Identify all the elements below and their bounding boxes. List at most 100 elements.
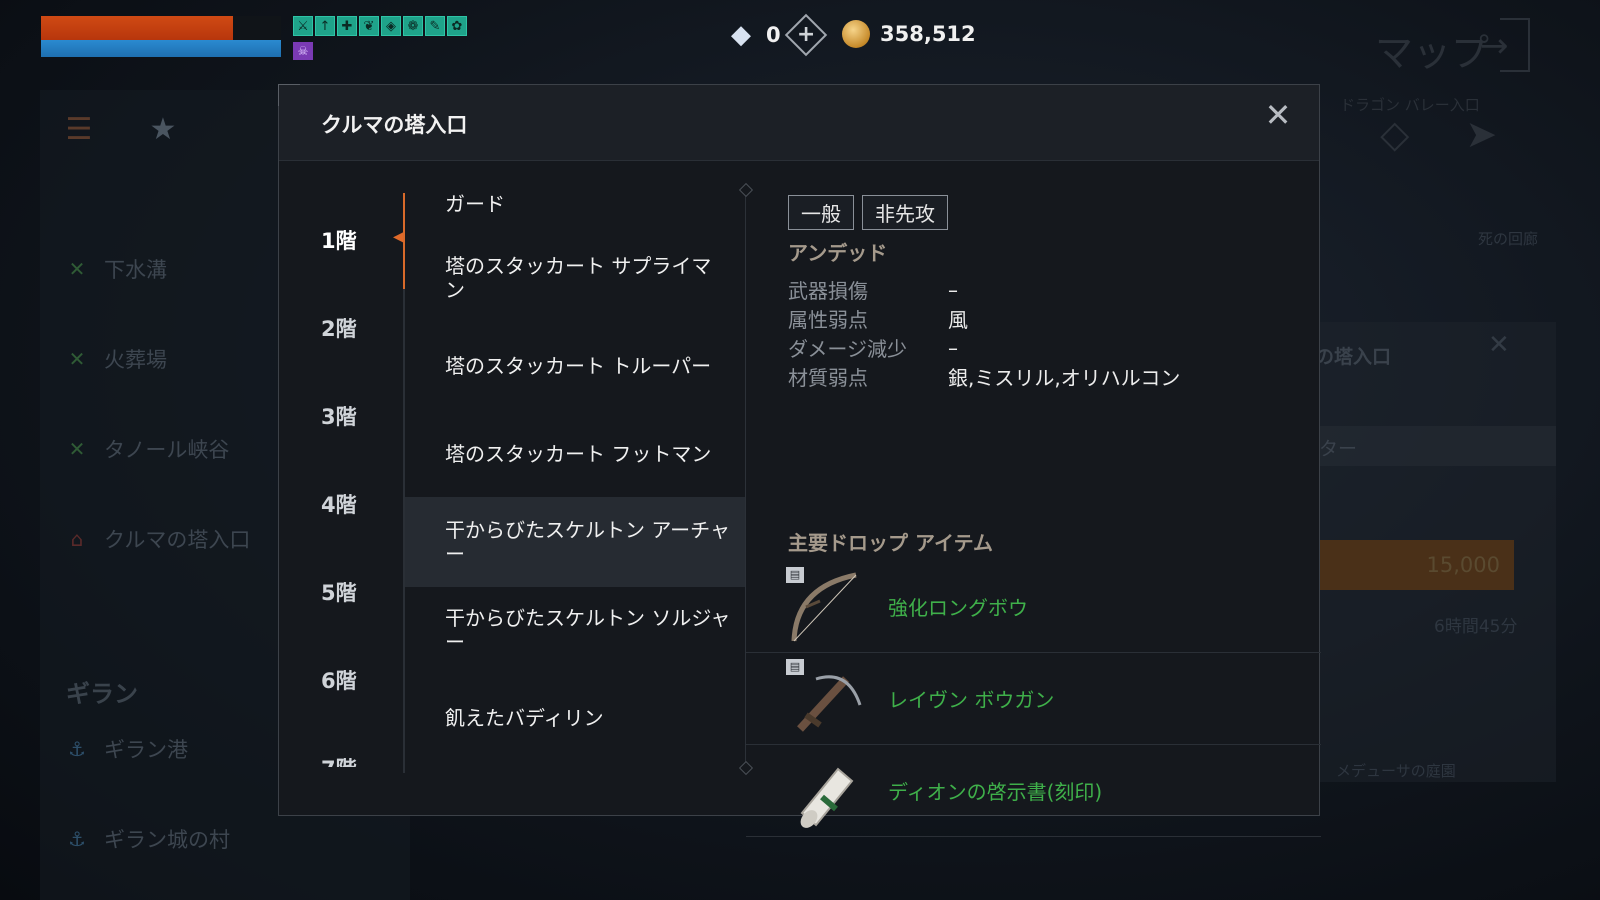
monster-list-item[interactable]: 干からびたスケルトン ソルジャー [405, 585, 745, 675]
monster-list-item[interactable]: 塔のスタッカート トルーパー [405, 321, 745, 411]
floor-tab-5[interactable]: 5階 [321, 577, 357, 607]
scroll-icon [786, 751, 866, 831]
tower-icon: ⌂ [70, 527, 84, 551]
bg-map-tool-icons: ⚔ ◇ ➤ [1290, 112, 1497, 156]
gold-count: 358,512 [880, 22, 976, 46]
bg-map-title: マップ [1375, 31, 1490, 75]
bg-location-item[interactable]: ⚓ ギラン城の村 [64, 824, 230, 854]
wing-buff-icon[interactable]: ❦ [359, 16, 379, 36]
stat-value: 風 [948, 308, 968, 332]
add-diamond-button[interactable]: + [784, 13, 827, 57]
skull-debuff-icon[interactable]: ☠ [293, 42, 313, 60]
arrow-buff-icon[interactable]: ↑ [315, 16, 335, 36]
monster-list-item[interactable]: 塔のスタッカート フットマン [405, 409, 745, 499]
menu-icon[interactable]: ☰ [62, 112, 96, 147]
monster-list-item-selected[interactable]: 干からびたスケルトン アーチャー [405, 497, 745, 587]
cross-buff-icon[interactable]: ✚ [337, 16, 357, 36]
mp-bar [41, 40, 281, 57]
shield-buff-icon[interactable]: ◈ [381, 16, 401, 36]
tag-aggression: 非先攻 [862, 195, 948, 230]
x-marker-icon: ✕ [68, 257, 86, 281]
floor-tab-3[interactable]: 3階 [321, 401, 357, 431]
anchor-icon: ⚓ [68, 737, 86, 761]
drop-item-name: レイヴン ボウガン [888, 688, 1055, 712]
floor-tab-2[interactable]: 2階 [321, 313, 357, 343]
sword-buff-icon[interactable]: ⚔ [293, 16, 313, 36]
monster-race: アンデッド [788, 241, 888, 265]
monster-tags: 一般 非先攻 [788, 195, 948, 230]
book-badge-icon: ▤ [786, 566, 804, 583]
bg-death-corridor-label: 死の回廊 [1478, 230, 1539, 248]
close-icon: ✕ [1264, 96, 1292, 134]
monster-detail: 一般 非先攻 アンデッド 武器損傷 – 属性弱点 風 ダメージ減少 – 材質弱点… [746, 181, 1321, 837]
floor-list: 1階 2階 3階 4階 5階 6階 7階 ◀ [279, 163, 405, 817]
drop-item-name: ディオンの啓示書(刻印) [888, 780, 1103, 804]
monster-list-item[interactable]: 飢えたバディリン [405, 673, 745, 763]
tag-type: 一般 [788, 195, 854, 230]
bg-location-item[interactable]: ✕ タノール峡谷 [64, 434, 230, 464]
feather-buff-icon[interactable]: ✎ [425, 16, 445, 36]
monster-list: ガード 塔のスタッカート サプライマン 塔のスタッカート トルーパー 塔のスタッ… [405, 175, 745, 765]
stat-row: 材質弱点 銀,ミスリル,オリハルコン [788, 362, 1180, 391]
hp-bar-fill [41, 16, 233, 40]
stat-value: 銀,ミスリル,オリハルコン [948, 366, 1181, 390]
hp-bar [41, 16, 281, 40]
bg-teleport-button[interactable]: ト 15,000 [1296, 540, 1514, 590]
diamond-count: 0 [766, 23, 781, 47]
longbow-icon: ▤ [786, 566, 866, 647]
anchor-icon: ⚓ [68, 827, 86, 851]
drops-title: 主要ドロップ アイテム [788, 531, 993, 555]
crossbow-icon: ▤ [786, 658, 866, 739]
floor-tab-7[interactable]: 7階 [321, 753, 357, 767]
stat-label: 武器損傷 [788, 279, 868, 303]
stat-value: – [948, 335, 958, 360]
dialog-header: クルマの塔入口 ✕ [278, 84, 1319, 161]
bg-location-item[interactable]: ✕ 下水溝 [64, 254, 167, 284]
bg-region-header: ギラン [66, 680, 138, 708]
close-button[interactable]: ✕ [1263, 99, 1293, 131]
floor-tab-1[interactable]: 1階 [321, 225, 357, 255]
bg-location-item[interactable]: ⌂ クルマの塔入口 [64, 524, 251, 554]
drop-item-name: 強化ロングボウ [888, 596, 1028, 620]
diamond-currency: ◆ 0 + [726, 13, 827, 57]
x-marker-icon: ✕ [68, 437, 86, 461]
plus-icon: + [796, 22, 815, 47]
bg-teleport-cost: 15,000 [1426, 553, 1500, 577]
x-marker-icon: ✕ [68, 347, 86, 371]
drop-item-row[interactable]: ▤ 強化ロングボウ [746, 561, 1321, 653]
stat-row: 武器損傷 – [788, 275, 1180, 304]
bg-tabs: ☰ ★ [62, 112, 180, 147]
bg-panel-time: 6時間45分 [1434, 617, 1518, 637]
drop-item-row[interactable]: ▤ レイヴン ボウガン [746, 653, 1321, 745]
dialog-title: クルマの塔入口 [321, 113, 468, 137]
floor-tab-6[interactable]: 6階 [321, 665, 357, 695]
bookmark-star-icon[interactable]: ★ [146, 112, 180, 147]
monster-stats: 武器損傷 – 属性弱点 風 ダメージ減少 – 材質弱点 銀,ミスリル,オリハルコ… [788, 275, 1180, 391]
gold-coin-icon [842, 20, 870, 48]
monster-list-item[interactable]: 塔のスタッカート サプライマン [405, 233, 745, 323]
bg-location-item[interactable]: ⚓ ギラン港 [64, 734, 188, 764]
gold-currency: 358,512 [842, 20, 976, 48]
diamond-marker-icon[interactable]: ◇ [1380, 112, 1409, 156]
stat-label: ダメージ減少 [788, 337, 907, 361]
mp-bar-fill [41, 40, 281, 57]
stat-row: 属性弱点 風 [788, 304, 1180, 333]
stat-label: 材質弱点 [788, 366, 868, 390]
bg-close-icon[interactable]: ✕ [1488, 330, 1510, 360]
swirl-buff-icon[interactable]: ❁ [403, 16, 423, 36]
bg-location-item[interactable]: ✕ 火葬場 [64, 344, 167, 374]
stat-label: 属性弱点 [788, 308, 868, 332]
drop-item-row[interactable]: ディオンの啓示書(刻印) [746, 745, 1321, 837]
stat-row: ダメージ減少 – [788, 333, 1180, 362]
corner-ornament [278, 84, 300, 106]
stat-value: – [948, 277, 958, 302]
buff-row: ⚔ ↑ ✚ ❦ ◈ ❁ ✎ ✿ [293, 16, 467, 36]
bg-medusa-label: メデューサの庭園 [1336, 762, 1456, 780]
diamond-icon: ◆ [731, 20, 751, 50]
book-badge-icon: ▤ [786, 658, 804, 675]
floor-tab-4[interactable]: 4階 [321, 489, 357, 519]
send-arrow-icon[interactable]: ➤ [1465, 112, 1497, 156]
flower-buff-icon[interactable]: ✿ [447, 16, 467, 36]
bg-panel-row: スター [1296, 426, 1556, 466]
exit-arrow-icon[interactable]: → [1480, 26, 1509, 66]
